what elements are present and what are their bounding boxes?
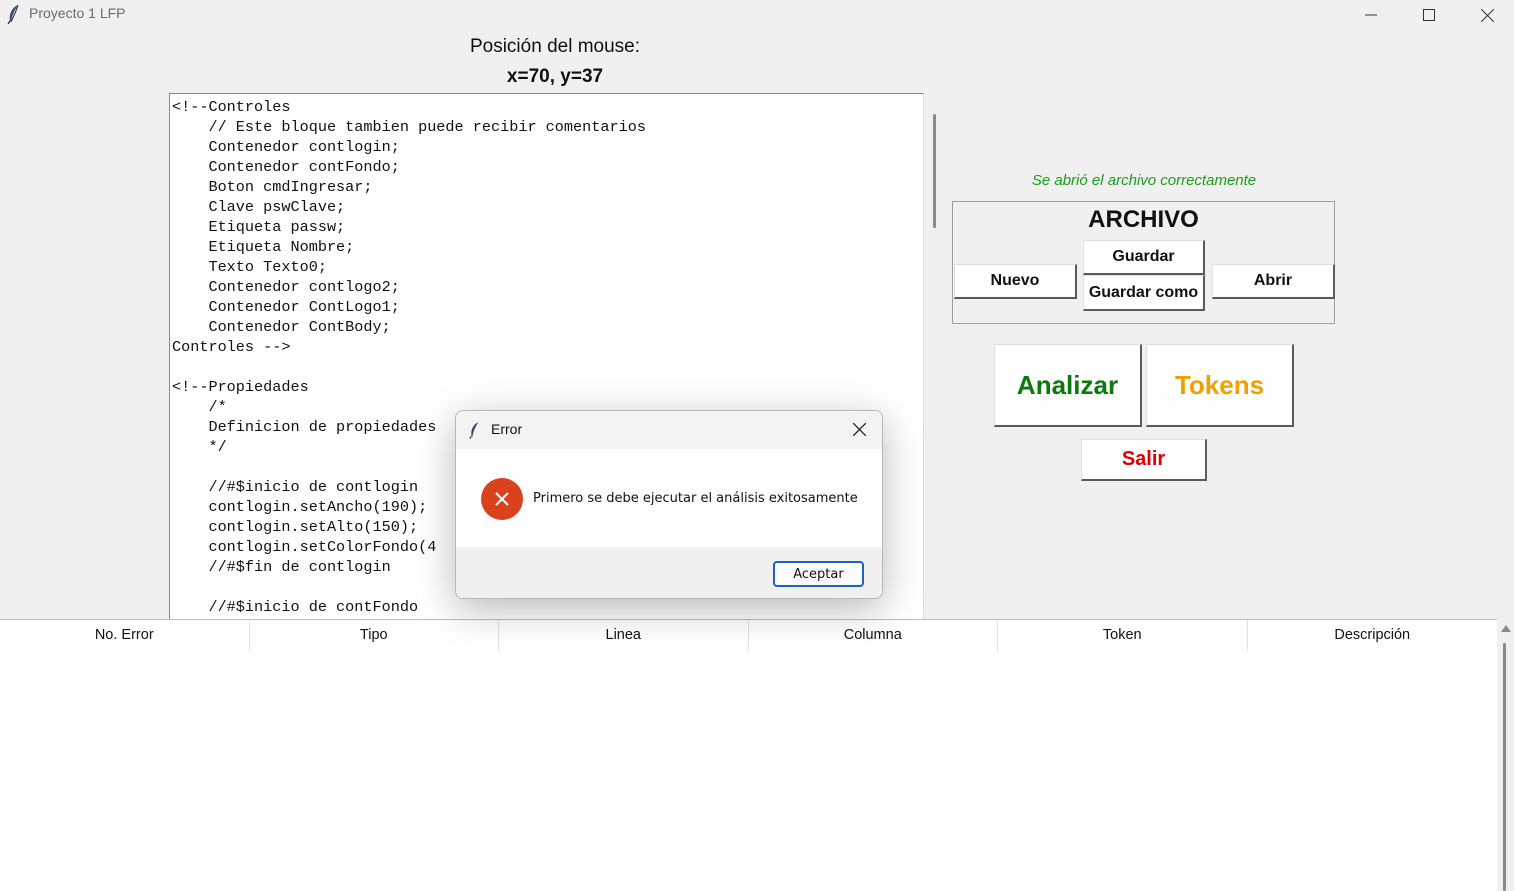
error-icon [481, 478, 523, 520]
code-line[interactable]: <!--Propiedades [172, 377, 923, 397]
aceptar-button[interactable]: Aceptar [773, 561, 864, 587]
maximize-icon [1423, 9, 1435, 21]
column-header[interactable]: Tipo [250, 620, 499, 651]
code-line[interactable]: Etiqueta Nombre; [172, 237, 923, 257]
code-line[interactable]: <!--Controles [172, 97, 923, 117]
mouse-position-label: Posición del mouse: [469, 36, 641, 57]
mouse-position-coords: x=70, y=37 [506, 66, 604, 87]
dialog-titlebar: Error [456, 411, 882, 449]
status-message: Se abrió el archivo correctamente [1031, 172, 1257, 189]
close-button[interactable] [1459, 0, 1514, 30]
dialog-title: Error [491, 421, 523, 437]
minimize-icon [1365, 9, 1377, 21]
window-titlebar: Proyecto 1 LFP [0, 0, 1514, 30]
guardar-como-button[interactable]: Guardar como [1083, 275, 1205, 311]
tokens-button[interactable]: Tokens [1146, 344, 1294, 427]
code-line[interactable]: Etiqueta passw; [172, 217, 923, 237]
table-header: No. Error Tipo Linea Columna Token Descripció… [0, 620, 1497, 651]
column-header[interactable]: Token [998, 620, 1248, 651]
analizar-button[interactable]: Analizar [994, 344, 1142, 427]
code-line[interactable]: Contenedor contlogin; [172, 137, 923, 157]
maximize-button[interactable] [1401, 0, 1457, 30]
dialog-footer: Aceptar [456, 547, 882, 598]
salir-button[interactable]: Salir [1081, 439, 1207, 481]
code-line[interactable]: //#$inicio de contFondo [172, 597, 923, 617]
window-title: Proyecto 1 LFP [29, 5, 126, 21]
column-header[interactable]: Linea [499, 620, 749, 651]
close-icon [1480, 8, 1494, 22]
code-line[interactable]: Contenedor ContLogo1; [172, 297, 923, 317]
archivo-title: ARCHIVO [1088, 206, 1199, 233]
column-header[interactable]: No. Error [0, 620, 250, 651]
column-header[interactable]: Columna [749, 620, 998, 651]
errors-table: No. Error Tipo Linea Columna Token Descripció… [0, 619, 1497, 891]
code-line[interactable]: Controles --> [172, 337, 923, 357]
feather-icon [468, 421, 482, 443]
code-line[interactable]: Contenedor ContBody; [172, 317, 923, 337]
abrir-button[interactable]: Abrir [1212, 264, 1335, 299]
error-dialog: Error Primero se debe ejecutar el anális… [455, 410, 883, 599]
code-line[interactable]: Texto Texto0; [172, 257, 923, 277]
code-line[interactable]: Contenedor contFondo; [172, 157, 923, 177]
code-line[interactable]: Clave pswClave; [172, 197, 923, 217]
nuevo-button[interactable]: Nuevo [954, 264, 1077, 299]
code-line[interactable]: Contenedor contlogo2; [172, 277, 923, 297]
dialog-body: Primero se debe ejecutar el análisis exi… [456, 449, 882, 547]
table-scrollbar[interactable] [1497, 619, 1514, 891]
dialog-close-button[interactable] [848, 419, 870, 441]
code-line[interactable]: // Este bloque tambien puede recibir com… [172, 117, 923, 137]
scroll-up-icon[interactable] [1501, 625, 1511, 632]
code-line[interactable]: Boton cmdIngresar; [172, 177, 923, 197]
minimize-button[interactable] [1343, 0, 1399, 30]
close-icon [852, 421, 866, 440]
column-header[interactable]: Descripción [1248, 620, 1498, 651]
code-line[interactable] [172, 357, 923, 377]
guardar-button[interactable]: Guardar [1083, 240, 1205, 275]
dialog-message: Primero se debe ejecutar el análisis exi… [533, 491, 858, 506]
scrollbar-thumb[interactable] [1503, 643, 1506, 891]
editor-scrollbar[interactable] [933, 114, 936, 228]
feather-icon [6, 4, 22, 25]
